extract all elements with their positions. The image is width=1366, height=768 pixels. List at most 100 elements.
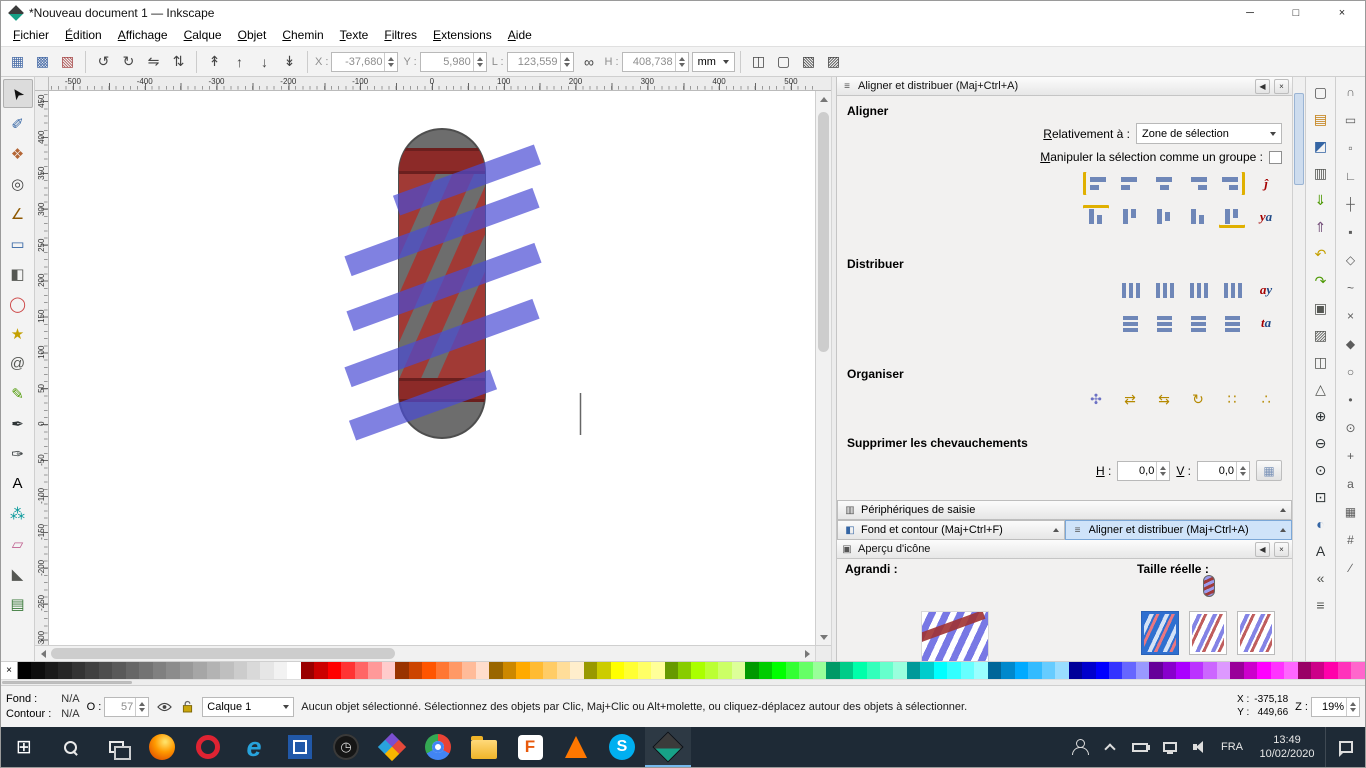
palette-swatch[interactable]: [1069, 662, 1082, 679]
palette-swatch[interactable]: [99, 662, 112, 679]
palette-swatch[interactable]: [759, 662, 772, 679]
align-text-vertical-anchor-icon[interactable]: ya: [1252, 204, 1280, 229]
tweak-tool-button[interactable]: ❖: [3, 139, 33, 168]
undo-button[interactable]: ↶: [1309, 242, 1333, 266]
palette-swatch[interactable]: [328, 662, 341, 679]
palette-swatch[interactable]: [1338, 662, 1351, 679]
randomize-centers-icon[interactable]: ∷: [1218, 387, 1246, 412]
snap-guides-toggle[interactable]: ∕: [1339, 556, 1363, 580]
height-spinner[interactable]: [675, 53, 688, 71]
taskbar-chrome-button[interactable]: [415, 727, 461, 767]
palette-swatch[interactable]: [732, 662, 745, 679]
palette-swatch[interactable]: [462, 662, 475, 679]
center-horizontal-axis-icon[interactable]: [1150, 204, 1178, 229]
taskbar-firefox-button[interactable]: [139, 727, 185, 767]
copy-button[interactable]: ▣: [1309, 296, 1333, 320]
palette-swatch[interactable]: [813, 662, 826, 679]
icon-preview-thumb[interactable]: [1237, 611, 1275, 655]
palette-swatch[interactable]: [853, 662, 866, 679]
tab-input-devices[interactable]: ▥ Périphériques de saisie: [837, 500, 1292, 520]
palette-swatch[interactable]: [260, 662, 273, 679]
palette-swatch[interactable]: [85, 662, 98, 679]
scale-corners-toggle[interactable]: ▢: [771, 50, 796, 74]
palette-swatch[interactable]: [58, 662, 71, 679]
ellipse-tool-button[interactable]: ◯: [3, 289, 33, 318]
align-right-to-anchor-left-icon[interactable]: [1082, 171, 1110, 196]
selector-tool-button[interactable]: ➤: [3, 79, 33, 108]
icon-preview-thumb[interactable]: [1189, 611, 1227, 655]
move-patterns-toggle[interactable]: ▨: [821, 50, 846, 74]
lower-to-bottom-button[interactable]: ↡: [277, 50, 302, 74]
palette-swatch[interactable]: [826, 662, 839, 679]
palette-swatch[interactable]: [1324, 662, 1337, 679]
palette-swatch[interactable]: [1163, 662, 1176, 679]
overlap-v-input[interactable]: [1198, 465, 1236, 477]
taskbar-skype-button[interactable]: S: [599, 727, 645, 767]
spiral-tool-button[interactable]: @: [3, 349, 33, 378]
palette-swatch[interactable]: [1230, 662, 1243, 679]
palette-swatch[interactable]: [665, 662, 678, 679]
node-editor-tool-button[interactable]: ✐: [3, 109, 33, 138]
tray-clock-button[interactable]: 13:49 10/02/2020: [1249, 727, 1325, 767]
palette-swatch[interactable]: [368, 662, 381, 679]
start-button[interactable]: ⊞: [1, 727, 47, 767]
zoom-page-button[interactable]: ⊡: [1309, 485, 1333, 509]
menu-item[interactable]: Aide: [500, 25, 540, 45]
snap-bbox-toggle[interactable]: ▭: [1339, 108, 1363, 132]
paint-bucket-tool-button[interactable]: ◣: [3, 559, 33, 588]
palette-swatch[interactable]: [409, 662, 422, 679]
palette-swatch[interactable]: [651, 662, 664, 679]
layer-dropdown[interactable]: Calque 1: [202, 697, 294, 717]
exchange-in-z-order-icon[interactable]: ⇆: [1150, 387, 1178, 412]
canvas-viewport[interactable]: [49, 91, 815, 645]
snap-smooth-nodes-toggle[interactable]: ○: [1339, 360, 1363, 384]
no-color-swatch[interactable]: ×: [1, 662, 18, 679]
palette-swatch[interactable]: [1109, 662, 1122, 679]
palette-swatch[interactable]: [1351, 662, 1364, 679]
opacity-input[interactable]: [105, 701, 135, 713]
barber-pole-drawing[interactable]: [49, 91, 815, 645]
redo-button[interactable]: ↷: [1309, 269, 1333, 293]
palette-swatch[interactable]: [1001, 662, 1014, 679]
snap-text-baseline-toggle[interactable]: a: [1339, 472, 1363, 496]
snap-bbox-edges-toggle[interactable]: ▫: [1339, 136, 1363, 160]
box-3d-tool-button[interactable]: ◧: [3, 259, 33, 288]
palette-swatch[interactable]: [1284, 662, 1297, 679]
palette-swatch[interactable]: [840, 662, 853, 679]
icon-preview-thumb-selected[interactable]: [1141, 611, 1179, 655]
snap-centers-toggle[interactable]: ⊙: [1339, 416, 1363, 440]
snap-bbox-corners-toggle[interactable]: ∟: [1339, 164, 1363, 188]
palette-swatch[interactable]: [234, 662, 247, 679]
distribute-text-vertical-icon[interactable]: ta: [1252, 310, 1280, 335]
save-button[interactable]: ◩: [1309, 134, 1333, 158]
tab-align-distribute[interactable]: ≡ Aligner et distribuer (Maj+Ctrl+A): [1065, 520, 1293, 540]
spray-tool-button[interactable]: ⁂: [3, 499, 33, 528]
scroll-down-button[interactable]: [816, 629, 831, 645]
palette-swatch[interactable]: [476, 662, 489, 679]
palette-swatch[interactable]: [611, 662, 624, 679]
measure-tool-button[interactable]: ∠: [3, 199, 33, 228]
text-tool-button[interactable]: A: [3, 469, 33, 498]
palette-swatch[interactable]: [395, 662, 408, 679]
palette-swatch[interactable]: [180, 662, 193, 679]
menu-item[interactable]: Chemin: [274, 25, 331, 45]
menu-item[interactable]: Édition: [57, 25, 110, 45]
palette-swatch[interactable]: [934, 662, 947, 679]
palette-swatch[interactable]: [1271, 662, 1284, 679]
taskbar-store-button[interactable]: [369, 727, 415, 767]
undock-panel-button[interactable]: ◀: [1255, 542, 1270, 557]
menu-item[interactable]: Filtres: [376, 25, 425, 45]
fill-stroke-dialog-button[interactable]: ◐: [1309, 512, 1333, 536]
distribute-right-edges-icon[interactable]: [1184, 277, 1212, 302]
pencil-tool-button[interactable]: ✎: [3, 379, 33, 408]
dock-scroll-thumb[interactable]: [1294, 93, 1304, 185]
align-bottom-edges-icon[interactable]: [1184, 204, 1212, 229]
palette-swatch[interactable]: [745, 662, 758, 679]
menu-item[interactable]: Texte: [332, 25, 377, 45]
taskbar-search-button[interactable]: [47, 727, 93, 767]
undock-panel-button[interactable]: ◀: [1255, 79, 1270, 94]
palette-swatch[interactable]: [422, 662, 435, 679]
palette-swatch[interactable]: [1122, 662, 1135, 679]
palette-swatch[interactable]: [1298, 662, 1311, 679]
palette-swatch[interactable]: [799, 662, 812, 679]
